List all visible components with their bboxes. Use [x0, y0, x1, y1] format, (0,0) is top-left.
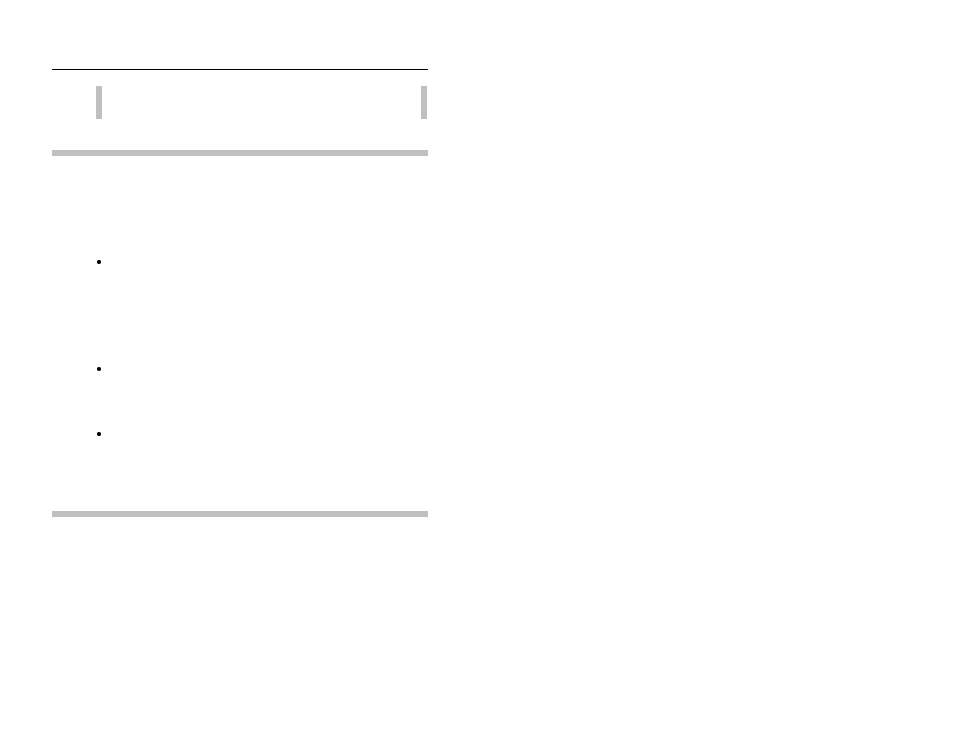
bottom-rule	[52, 511, 428, 517]
left-vertical-bar	[96, 86, 102, 119]
middle-rule	[52, 150, 428, 156]
bullet-dot	[97, 432, 101, 436]
bullet-dot	[97, 260, 101, 264]
page	[0, 0, 954, 738]
right-vertical-bar	[421, 86, 427, 119]
bullet-dot	[97, 367, 101, 371]
top-rule	[52, 69, 428, 70]
